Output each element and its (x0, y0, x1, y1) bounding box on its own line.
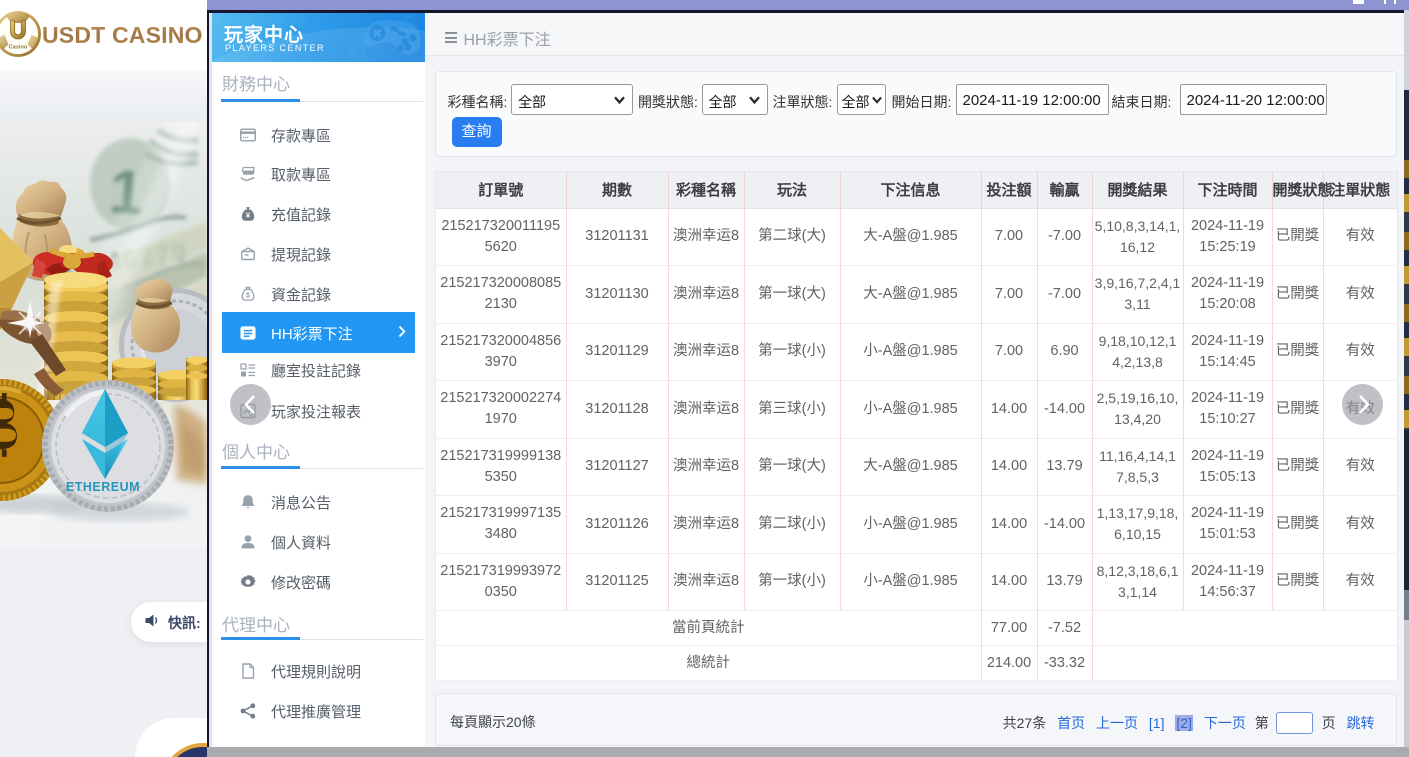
svg-text:USDT CASINO: USDT CASINO (42, 22, 203, 48)
svg-text:Casino: Casino (9, 45, 28, 51)
svg-text:$: $ (246, 292, 250, 299)
svg-text:ETHEREUM: ETHEREUM (66, 480, 140, 494)
